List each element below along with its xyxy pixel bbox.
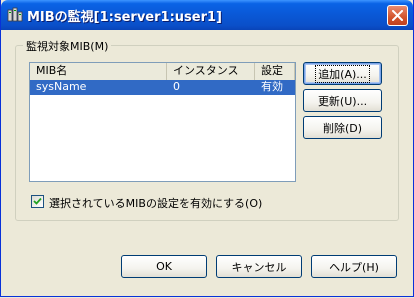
ok-button-label: OK [156, 260, 172, 273]
window-title: MIBの監視[1:server1:user1] [27, 10, 222, 25]
ok-button[interactable]: OK [121, 255, 207, 278]
delete-button-label: 削除(D) [322, 121, 363, 135]
column-header-instance[interactable]: インスタンス [167, 63, 255, 80]
group-label: 監視対象MIB(M) [23, 38, 112, 54]
column-header-mib-name[interactable]: MIB名 [30, 63, 167, 80]
enable-setting-checkbox[interactable] [31, 195, 44, 208]
mib-list[interactable]: MIB名 インスタンス 設定 sysName 0 有効 [29, 62, 296, 182]
cell-setting: 有効 [261, 80, 283, 93]
help-button[interactable]: ヘルプ(H) [311, 255, 397, 278]
app-icon [7, 7, 23, 22]
cancel-button-label: キャンセル [231, 260, 287, 274]
close-button[interactable] [387, 5, 408, 26]
table-row[interactable]: sysName 0 有効 [30, 80, 295, 95]
list-header: MIB名 インスタンス 設定 [30, 63, 295, 81]
close-icon [392, 10, 403, 21]
title-bar[interactable]: MIBの監視[1:server1:user1] [1, 0, 413, 30]
enable-setting-label[interactable]: 選択されているMIBの設定を有効にする(O) [49, 195, 262, 211]
delete-button[interactable]: 削除(D) [303, 116, 382, 139]
cell-mib-name: sysName [36, 80, 87, 93]
help-button-label: ヘルプ(H) [329, 260, 379, 274]
cancel-button[interactable]: キャンセル [216, 255, 302, 278]
cell-instance: 0 [173, 80, 180, 93]
update-button-label: 更新(U)... [317, 94, 368, 108]
add-button[interactable]: 追加(A)... [303, 62, 382, 85]
check-icon [33, 197, 42, 205]
column-header-setting[interactable]: 設定 [255, 63, 295, 80]
dialog-window: MIBの監視[1:server1:user1] 監視対象MIB(M) MIB名 … [0, 0, 414, 297]
add-button-label: 追加(A)... [315, 64, 370, 83]
update-button[interactable]: 更新(U)... [303, 89, 382, 112]
